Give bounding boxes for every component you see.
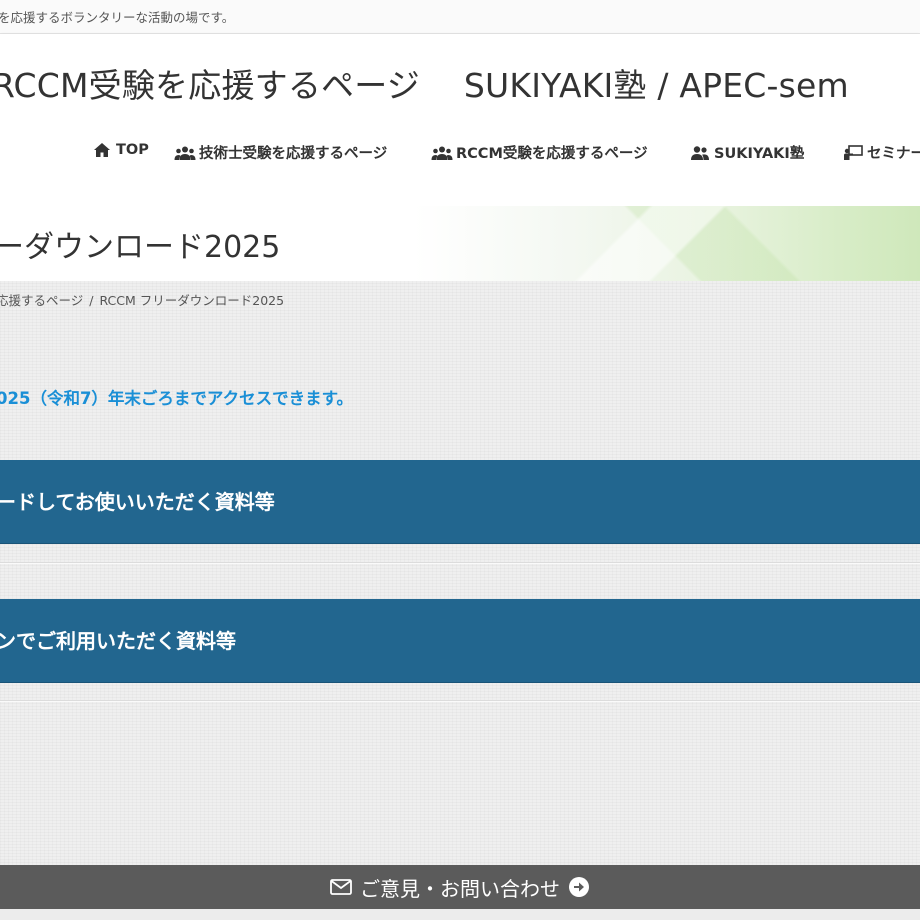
arrow-circle-right-icon — [568, 876, 590, 898]
site-header: RCCM受験を応援するページ SUKIYAKI塾 / APEC-sem TOP … — [0, 34, 920, 206]
contact-label: ご意見・お問い合わせ — [360, 876, 560, 901]
section-heading-label: ンでご利用いただく資料等 — [0, 629, 236, 653]
nav-item-label: SUKIYAKI塾 — [714, 146, 805, 162]
section-heading-label: ードしてお使いいただく資料等 — [0, 490, 275, 514]
section-heading-online: ンでご利用いただく資料等 — [0, 599, 920, 683]
section-heading-download: ードしてお使いいただく資料等 — [0, 460, 920, 544]
nav-item-label: TOP — [116, 142, 149, 158]
top-info-bar: を応援するボランタリーな活動の場です。 — [0, 0, 920, 34]
nav-item-top[interactable]: TOP — [91, 142, 149, 158]
nav-item-gijutsushi[interactable]: 技術士受験を応援するページ — [174, 142, 387, 163]
home-icon — [91, 142, 113, 158]
nav-item-sukiyaki[interactable]: SUKIYAKI塾 — [689, 142, 804, 163]
divider — [0, 562, 920, 564]
nav-item-rccm[interactable]: RCCM受験を応援するページ — [431, 142, 648, 163]
nav-item-label: セミナー — [867, 146, 920, 162]
breadcrumb-separator: / — [89, 293, 94, 308]
contact-button[interactable]: ご意見・お問い合わせ — [0, 865, 920, 909]
access-notice: 025（令和7）年末ごろまでアクセスできます。 — [0, 389, 353, 408]
presentation-icon — [842, 144, 864, 161]
mail-icon — [330, 879, 352, 895]
divider — [0, 700, 920, 702]
nav-item-seminar[interactable]: セミナー — [842, 142, 920, 163]
page-title: ーダウンロード2025 — [0, 230, 281, 265]
global-nav: TOP 技術士受験を応援するページ RCCM受験を応援するページ SUKIYAK… — [0, 142, 920, 166]
users-icon — [174, 145, 196, 161]
site-title[interactable]: RCCM受験を応援するページ SUKIYAKI塾 / APEC-sem — [0, 59, 849, 107]
nav-item-label: 技術士受験を応援するページ — [199, 146, 388, 162]
users-icon — [431, 145, 453, 161]
breadcrumb-parent[interactable]: 応援するページ — [0, 293, 83, 308]
nav-item-label: RCCM受験を応援するページ — [456, 146, 648, 162]
footer-strip — [0, 909, 920, 920]
breadcrumb-current: RCCM フリーダウンロード2025 — [99, 293, 285, 308]
site-description: を応援するボランタリーな活動の場です。 — [0, 10, 235, 25]
user-group-icon — [689, 145, 711, 161]
breadcrumb: 応援するページ / RCCM フリーダウンロード2025 — [0, 290, 284, 309]
